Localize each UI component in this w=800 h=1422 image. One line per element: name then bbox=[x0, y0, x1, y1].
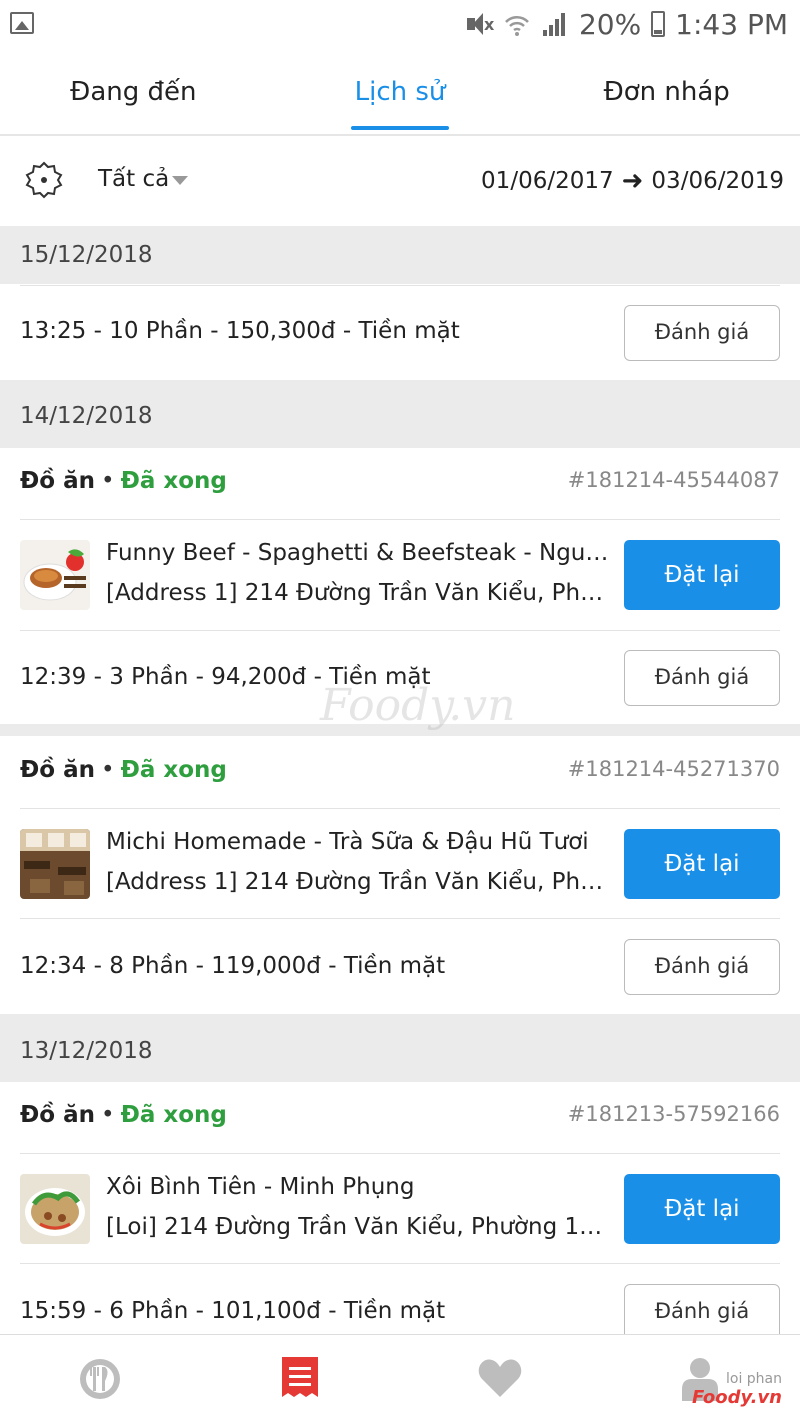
divider bbox=[20, 918, 780, 919]
tab-history[interactable]: Lịch sử bbox=[267, 50, 534, 134]
order-summary: 15:59 - 6 Phần - 101,100đ - Tiền mặt bbox=[20, 1298, 446, 1324]
heart-icon bbox=[477, 1357, 523, 1403]
divider bbox=[20, 1153, 780, 1154]
nav-restaurants[interactable] bbox=[0, 1335, 200, 1422]
order-summary: 13:25 - 10 Phần - 150,300đ - Tiền mặt bbox=[20, 318, 460, 344]
wifi-icon bbox=[503, 10, 531, 38]
reorder-button[interactable]: Đặt lại bbox=[624, 1174, 780, 1244]
order-type: Đồ ăn bbox=[20, 757, 95, 783]
tab-drafts[interactable]: Đơn nháp bbox=[533, 50, 800, 134]
order-type: Đồ ăn bbox=[20, 1102, 95, 1128]
order-id: #181214-45544087 bbox=[567, 468, 780, 492]
separator-dot: • bbox=[100, 1102, 115, 1128]
order-type: Đồ ăn bbox=[20, 468, 95, 494]
battery-percent: 20% bbox=[578, 7, 642, 41]
rate-button[interactable]: Đánh giá bbox=[624, 939, 780, 995]
shop-name[interactable]: Funny Beef - Spaghetti & Beefsteak - Ngu… bbox=[106, 540, 616, 566]
shop-address: [Address 1] 214 Đường Trần Văn Kiểu, Phư… bbox=[106, 869, 616, 895]
shop-thumbnail[interactable] bbox=[20, 1174, 90, 1244]
nav-profile[interactable]: loi phan Foody.vn bbox=[600, 1335, 800, 1422]
nav-favorites[interactable] bbox=[400, 1335, 600, 1422]
shop-thumbnail[interactable] bbox=[20, 829, 90, 899]
rate-button[interactable]: Đánh giá bbox=[624, 1284, 780, 1340]
order-id: #181214-45271370 bbox=[567, 757, 780, 781]
filter-dropdown[interactable]: Tất cả bbox=[98, 166, 169, 192]
tab-incoming[interactable]: Đang đến bbox=[0, 50, 267, 134]
date-from: 01/06/2017 bbox=[481, 168, 614, 194]
order-summary: 12:34 - 8 Phần - 119,000đ - Tiền mặt bbox=[20, 953, 446, 979]
date-header: 15/12/2018 bbox=[0, 226, 800, 284]
order-header: Đồ ăn • Đã xong #181213-57592166 bbox=[20, 1102, 780, 1138]
status-bar: x 20% 1:43 PM bbox=[0, 0, 800, 48]
shop-thumbnail[interactable] bbox=[20, 540, 90, 610]
order-id: #181213-57592166 bbox=[567, 1102, 780, 1126]
shop-address: [Address 1] 214 Đường Trần Văn Kiểu, Phư… bbox=[106, 580, 616, 606]
reorder-button[interactable]: Đặt lại bbox=[624, 540, 780, 610]
caret-down-icon[interactable] bbox=[172, 176, 188, 185]
battery-icon bbox=[651, 11, 666, 37]
receipt-icon bbox=[280, 1357, 320, 1405]
shop-address: [Loi] 214 Đường Trần Văn Kiểu, Phường 10… bbox=[106, 1214, 616, 1240]
gear-icon[interactable] bbox=[24, 160, 64, 200]
divider bbox=[20, 630, 780, 631]
mute-icon: x bbox=[465, 10, 494, 38]
bottom-nav: loi phan Foody.vn bbox=[0, 1334, 800, 1422]
arrow-right-icon: ➜ bbox=[621, 166, 644, 196]
watermark: Foody.vn bbox=[320, 680, 516, 731]
gallery-notification-icon bbox=[10, 12, 34, 34]
divider bbox=[20, 285, 780, 286]
order-header: Đồ ăn • Đã xong #181214-45271370 bbox=[20, 757, 780, 793]
order-status: Đã xong bbox=[120, 468, 227, 494]
rate-button[interactable]: Đánh giá bbox=[624, 305, 780, 361]
brand-logo: Foody.vn bbox=[692, 1387, 782, 1408]
divider bbox=[20, 519, 780, 520]
order-status: Đã xong bbox=[120, 1102, 227, 1128]
order-header: Đồ ăn • Đã xong #181214-45544087 bbox=[20, 468, 780, 504]
divider bbox=[20, 808, 780, 809]
date-header: 14/12/2018 bbox=[0, 380, 800, 448]
signal-icon bbox=[541, 10, 569, 38]
shop-name[interactable]: Xôi Bình Tiên - Minh Phụng bbox=[106, 1174, 616, 1200]
separator-dot: • bbox=[100, 757, 115, 783]
nav-orders[interactable] bbox=[200, 1335, 400, 1422]
filter-bar: Tất cả 01/06/2017 ➜ 03/06/2019 bbox=[0, 136, 800, 226]
reorder-button[interactable]: Đặt lại bbox=[624, 829, 780, 899]
divider bbox=[20, 1263, 780, 1264]
rate-button[interactable]: Đánh giá bbox=[624, 650, 780, 706]
clock: 1:43 PM bbox=[675, 7, 788, 41]
order-tabs: Đang đến Lịch sử Đơn nháp bbox=[0, 50, 800, 136]
date-header: 13/12/2018 bbox=[0, 1014, 800, 1082]
restaurant-icon bbox=[78, 1357, 122, 1405]
date-to: 03/06/2019 bbox=[651, 168, 784, 194]
user-name: loi phan bbox=[725, 1371, 782, 1387]
date-range[interactable]: 01/06/2017 ➜ 03/06/2019 bbox=[481, 166, 784, 196]
separator-dot: • bbox=[100, 468, 115, 494]
shop-name[interactable]: Michi Homemade - Trà Sữa & Đậu Hũ Tươi bbox=[106, 829, 616, 855]
order-status: Đã xong bbox=[120, 757, 227, 783]
